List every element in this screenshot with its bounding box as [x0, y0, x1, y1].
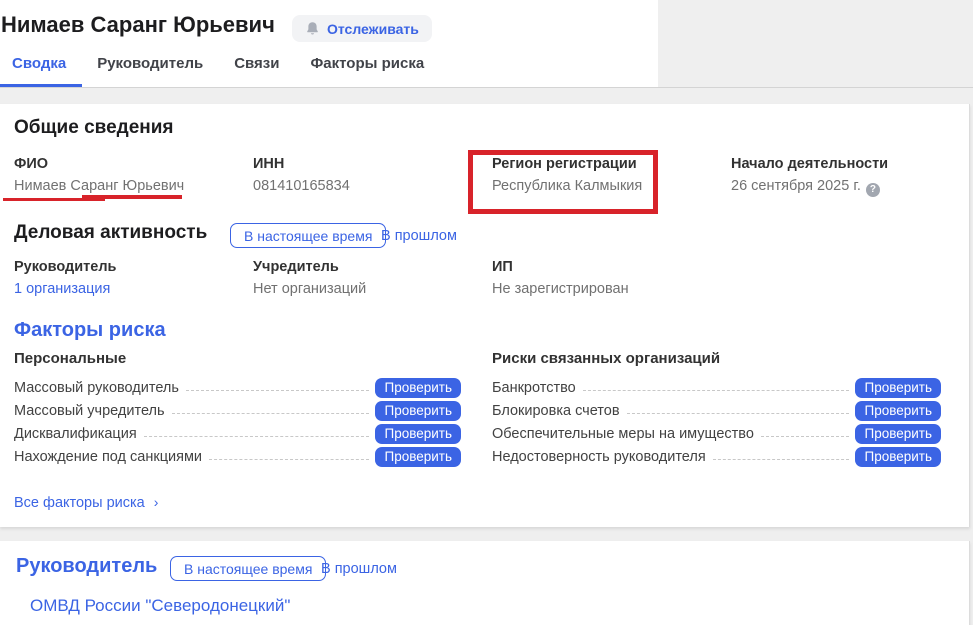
risk-row: Недостоверность руководителя Проверить — [492, 445, 941, 468]
follow-button[interactable]: Отслеживать — [292, 15, 432, 42]
manager-card: Руководитель В настоящее время В прошлом… — [0, 541, 970, 625]
field-activity-ip-value: Не зарегистрирован — [492, 281, 629, 297]
related-risks-heading: Риски связанных организаций — [492, 350, 941, 367]
check-button[interactable]: Проверить — [375, 401, 461, 421]
risk-row: Блокировка счетов Проверить — [492, 399, 941, 422]
risk-row: Банкротство Проверить — [492, 376, 941, 399]
header-divider — [0, 87, 973, 88]
field-activity-founder: Учредитель Нет организаций — [253, 259, 366, 297]
tab-summary[interactable]: Сводка — [12, 55, 66, 72]
activity-toggle-past[interactable]: В прошлом — [381, 228, 457, 244]
field-activity-ip-label: ИП — [492, 259, 629, 275]
manager-section-heading: Руководитель — [16, 555, 157, 578]
field-region: Регион регистрации Республика Калмыкия — [492, 156, 642, 194]
dotted-leader — [144, 436, 370, 437]
field-fio-label: ФИО — [14, 156, 184, 172]
summary-card: Общие сведения ФИО Нимаев Саранг Юрьевич… — [0, 104, 970, 527]
field-fio-value: Нимаев Саранг Юрьевич — [14, 178, 184, 194]
help-icon[interactable]: ? — [866, 183, 880, 197]
check-button[interactable]: Проверить — [855, 378, 941, 398]
chevron-right-icon: › — [154, 494, 159, 510]
dotted-leader — [172, 413, 370, 414]
tab-risk-factors[interactable]: Факторы риска — [311, 55, 425, 72]
related-risks-column: Риски связанных организаций Банкротство … — [492, 350, 941, 468]
all-risk-factors-link[interactable]: Все факторы риска› — [14, 494, 158, 511]
field-activity-ip: ИП Не зарегистрирован — [492, 259, 629, 297]
page-header: Нимаев Саранг Юрьевич Отслеживать Сводка… — [0, 0, 658, 87]
field-start-date: Начало деятельности 26 сентября 2025 г.? — [731, 156, 888, 197]
tab-manager[interactable]: Руководитель — [97, 55, 203, 72]
field-activity-manager: Руководитель 1 организация — [14, 259, 116, 297]
risk-row: Массовый руководитель Проверить — [14, 376, 461, 399]
tab-bar: Сводка Руководитель Связи Факторы риска — [12, 55, 424, 72]
dotted-leader — [209, 459, 369, 460]
field-region-label: Регион регистрации — [492, 156, 642, 172]
annotation-red-underline — [82, 195, 182, 199]
personal-risks-column: Персональные Массовый руководитель Прове… — [14, 350, 461, 468]
general-info-heading: Общие сведения — [14, 117, 174, 139]
dotted-leader — [713, 459, 850, 460]
check-button[interactable]: Проверить — [375, 447, 461, 467]
risk-row: Массовый учредитель Проверить — [14, 399, 461, 422]
page-title: Нимаев Саранг Юрьевич — [1, 12, 275, 38]
field-inn-value: 081410165834 — [253, 178, 350, 194]
annotation-red-underline — [3, 198, 105, 201]
field-inn: ИНН 081410165834 — [253, 156, 350, 194]
check-button[interactable]: Проверить — [375, 378, 461, 398]
field-activity-founder-label: Учредитель — [253, 259, 366, 275]
check-button[interactable]: Проверить — [855, 401, 941, 421]
check-button[interactable]: Проверить — [855, 424, 941, 444]
field-region-value: Республика Калмыкия — [492, 178, 642, 194]
field-activity-manager-label: Руководитель — [14, 259, 116, 275]
check-button[interactable]: Проверить — [855, 447, 941, 467]
organizations-link[interactable]: 1 организация — [14, 281, 116, 297]
field-inn-label: ИНН — [253, 156, 350, 172]
business-activity-heading: Деловая активность — [14, 222, 207, 244]
bell-icon — [305, 21, 320, 36]
risk-row: Обеспечительные меры на имущество Провер… — [492, 422, 941, 445]
field-fio: ФИО Нимаев Саранг Юрьевич — [14, 156, 184, 194]
risk-row: Дисквалификация Проверить — [14, 422, 461, 445]
dotted-leader — [583, 390, 850, 391]
dotted-leader — [761, 436, 850, 437]
activity-toggle-present[interactable]: В настоящее время — [230, 223, 386, 248]
field-start-date-label: Начало деятельности — [731, 156, 888, 172]
personal-risks-heading: Персональные — [14, 350, 461, 367]
field-activity-founder-value: Нет организаций — [253, 281, 366, 297]
tab-connections[interactable]: Связи — [234, 55, 279, 72]
check-button[interactable]: Проверить — [375, 424, 461, 444]
manager-toggle-past[interactable]: В прошлом — [321, 561, 397, 577]
manager-toggle-present[interactable]: В настоящее время — [170, 556, 326, 581]
field-start-date-value: 26 сентября 2025 г.? — [731, 178, 888, 197]
follow-button-label: Отслеживать — [327, 21, 419, 37]
dotted-leader — [186, 390, 370, 391]
risk-row: Нахождение под санкциями Проверить — [14, 445, 461, 468]
organization-link[interactable]: ОМВД России "Северодонецкий" — [30, 596, 290, 616]
risk-factors-heading: Факторы риска — [14, 319, 166, 342]
dotted-leader — [627, 413, 850, 414]
